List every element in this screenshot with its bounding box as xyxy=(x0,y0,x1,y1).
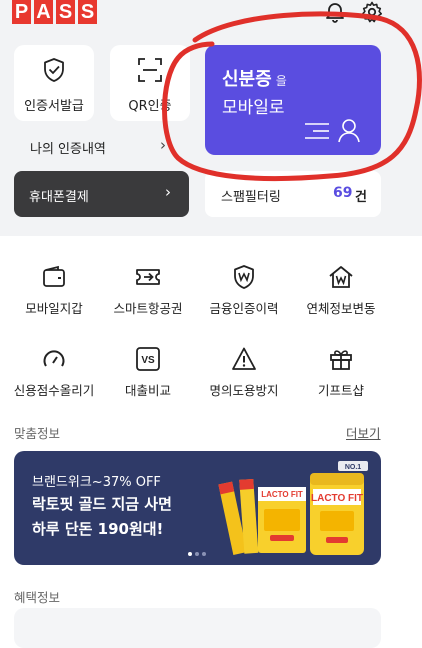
product-badge: NO.1 xyxy=(345,464,361,471)
service-overdue-info[interactable]: 연체정보변동 xyxy=(291,264,391,324)
qr-auth-label: QR인증 xyxy=(128,99,172,114)
id-card-title-text: 신분증 xyxy=(222,69,272,90)
carousel-dot-active[interactable] xyxy=(188,552,192,556)
gear-icon[interactable] xyxy=(360,0,384,24)
logo-letter: A xyxy=(34,0,53,24)
service-label: 스마트항공권 xyxy=(113,301,183,316)
service-smart-ticket[interactable]: 스마트항공권 xyxy=(98,264,198,324)
history-link[interactable]: 나의 인증내역 xyxy=(30,138,106,157)
service-label: 금융인증이력 xyxy=(209,301,279,316)
logo-letter: S xyxy=(56,0,75,24)
service-gift-shop[interactable]: 기프트샵 xyxy=(291,346,391,406)
product-image: LACTO FIT LACTO FIT NO.1 xyxy=(218,461,368,555)
benefit-card[interactable] xyxy=(14,608,381,648)
spam-filter-unit: 건 xyxy=(355,190,367,205)
service-loan-compare[interactable]: VS 대출비교 xyxy=(98,346,198,406)
cert-issue-button[interactable]: 인증서발급 xyxy=(14,45,94,121)
gift-icon xyxy=(330,350,352,370)
pass-logo: P A S S xyxy=(12,0,97,24)
service-identity-theft[interactable]: 명의도용방지 xyxy=(194,346,294,406)
carousel-dot[interactable] xyxy=(195,552,199,556)
logo-letter: P xyxy=(12,0,31,24)
service-label: 명의도용방지 xyxy=(209,383,279,398)
spam-filter-count: 69 xyxy=(333,185,353,201)
wallet-icon xyxy=(43,265,65,287)
section-title-benefit: 혜택정보 xyxy=(14,590,61,605)
logo-letter: S xyxy=(78,0,97,24)
banner-line3: 하루 단돈 190원대! xyxy=(32,520,164,538)
id-card-subtitle: 모바일로 xyxy=(222,98,285,118)
more-link[interactable]: 더보기 xyxy=(346,423,381,442)
service-label: 연체정보변동 xyxy=(306,301,376,316)
cert-issue-label: 인증서발급 xyxy=(24,99,84,114)
id-card-particle: 을 xyxy=(275,74,287,88)
warning-icon xyxy=(232,347,256,370)
chevron-right-icon: › xyxy=(160,136,166,154)
chevron-right-icon: › xyxy=(165,183,171,201)
service-credit-score[interactable]: 신용점수올리기 xyxy=(4,346,104,406)
house-won-icon xyxy=(329,266,353,288)
airplane-ticket-icon xyxy=(136,269,160,285)
service-label: 대출비교 xyxy=(124,383,171,398)
mobile-id-card[interactable]: 신분증 을 모바일로 xyxy=(205,45,381,155)
gauge-icon xyxy=(43,350,65,367)
qr-scan-icon xyxy=(138,58,162,82)
shield-check-icon xyxy=(44,58,64,82)
banner-line2: 락토핏 골드 지금 사면 xyxy=(32,495,172,513)
phone-payment-button[interactable]: 휴대폰결제 › xyxy=(14,171,189,217)
product-jar-label: LACTO FIT xyxy=(311,493,363,504)
bell-icon[interactable] xyxy=(323,0,347,24)
phone-payment-label: 휴대폰결제 xyxy=(29,190,89,205)
product-box-label: LACTO FIT xyxy=(261,490,303,499)
id-card-title: 신분증 을 xyxy=(222,65,287,91)
spam-filter-label: 스팸필터링 xyxy=(221,190,281,205)
promo-banner[interactable]: 브랜드위크~37% OFF 락토핏 골드 지금 사면 하루 단돈 190원대! … xyxy=(14,451,381,565)
banner-line1: 브랜드위크~37% OFF xyxy=(32,475,161,490)
service-label: 신용점수올리기 xyxy=(13,383,95,398)
service-finance-cert-history[interactable]: 금융인증이력 xyxy=(194,264,294,324)
service-label: 기프트샵 xyxy=(317,383,364,398)
spam-filter-button[interactable]: 스팸필터링 69 건 xyxy=(205,171,381,217)
service-mobile-wallet[interactable]: 모바일지갑 xyxy=(4,264,104,324)
svg-text:VS: VS xyxy=(141,355,155,366)
qr-auth-button[interactable]: QR인증 xyxy=(110,45,190,121)
shield-won-icon xyxy=(234,265,254,289)
id-card-person-icon xyxy=(305,119,360,143)
carousel-dot[interactable] xyxy=(202,552,206,556)
vs-icon: VS xyxy=(136,347,160,371)
section-title-recommend: 맞춤정보 xyxy=(14,426,61,441)
service-label: 모바일지갑 xyxy=(25,301,83,316)
